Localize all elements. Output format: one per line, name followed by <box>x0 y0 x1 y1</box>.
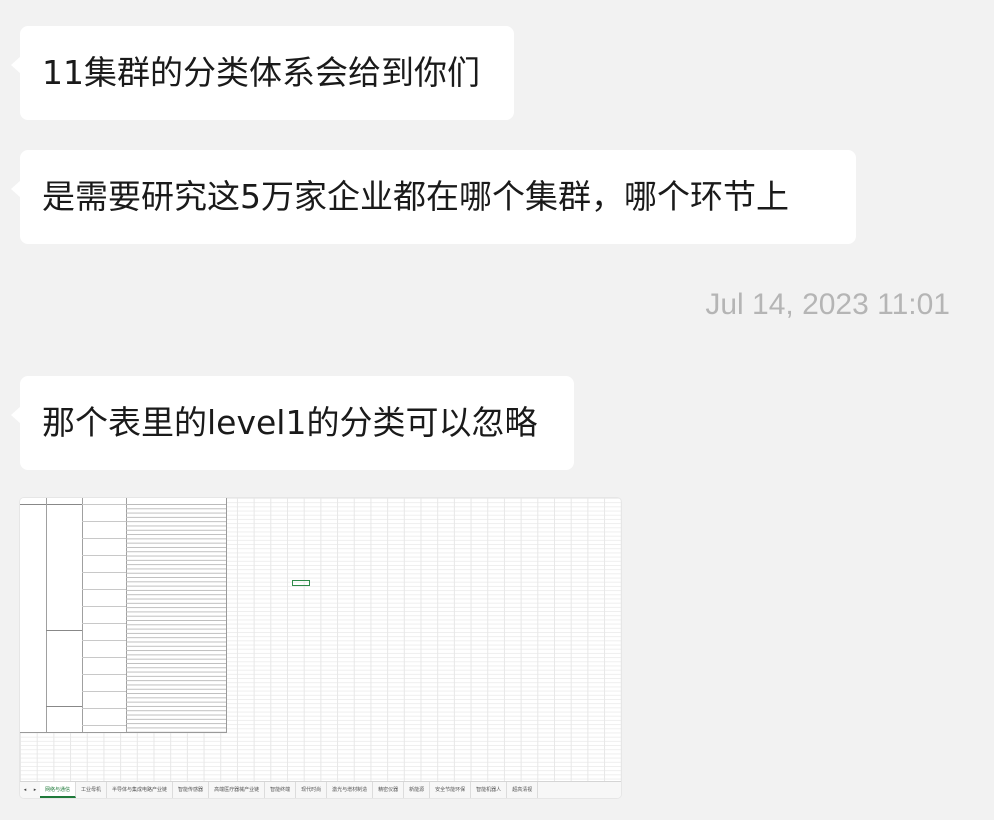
sheet-tab[interactable]: 智能终端 <box>265 782 297 798</box>
selected-cell <box>292 580 310 586</box>
table-group-block <box>46 504 82 631</box>
message-text: 那个表里的level1的分类可以忽略 <box>42 403 538 442</box>
sheet-tab[interactable]: 现代时尚 <box>296 782 328 798</box>
chat-window: 11集群的分类体系会给到你们 是需要研究这5万家企业都在哪个集群，哪个环节上 J… <box>0 0 994 820</box>
table-subgroup-lines <box>82 504 126 732</box>
sheet-tab[interactable]: 智能传感器 <box>173 782 210 798</box>
table-row-lines <box>126 504 226 732</box>
sheet-tab[interactable]: 精密仪器 <box>373 782 405 798</box>
spreadsheet-table-thumbnail <box>20 498 227 733</box>
sheet-tab[interactable]: 半导体与集成电路产业链 <box>107 782 174 798</box>
sheet-tab[interactable]: 激光与增材制造 <box>327 782 374 798</box>
message-timestamp: Jul 14, 2023 11:01 <box>705 288 950 321</box>
tab-prev-icon[interactable]: ◂ <box>20 787 30 793</box>
message-bubble[interactable]: 是需要研究这5万家企业都在哪个集群，哪个环节上 <box>11 150 856 244</box>
sheet-tab[interactable]: 网络与通信 <box>40 782 77 798</box>
sheet-tab[interactable]: 新能源 <box>404 782 431 798</box>
sheet-tab-bar: ◂ ▸ 网络与通信 工业母机 半导体与集成电路产业链 智能传感器 高端医疗器械产… <box>20 781 621 798</box>
sheet-tab[interactable]: 工业母机 <box>76 782 108 798</box>
sheet-tab[interactable]: 超高清视 <box>507 782 539 798</box>
message-text: 11集群的分类体系会给到你们 <box>42 53 480 92</box>
message-text: 是需要研究这5万家企业都在哪个集群，哪个环节上 <box>42 177 789 216</box>
sheet-tab[interactable]: 智能机器人 <box>471 782 508 798</box>
message-bubble[interactable]: 那个表里的level1的分类可以忽略 <box>11 376 574 470</box>
sheet-tab[interactable]: 高端医疗器械产业链 <box>209 782 266 798</box>
table-group-block <box>46 630 82 707</box>
tab-next-icon[interactable]: ▸ <box>30 787 40 793</box>
spreadsheet-image-message[interactable]: ◂ ▸ 网络与通信 工业母机 半导体与集成电路产业链 智能传感器 高端医疗器械产… <box>20 498 621 798</box>
message-bubble[interactable]: 11集群的分类体系会给到你们 <box>11 26 514 120</box>
sheet-tab[interactable]: 安全节能环保 <box>430 782 472 798</box>
